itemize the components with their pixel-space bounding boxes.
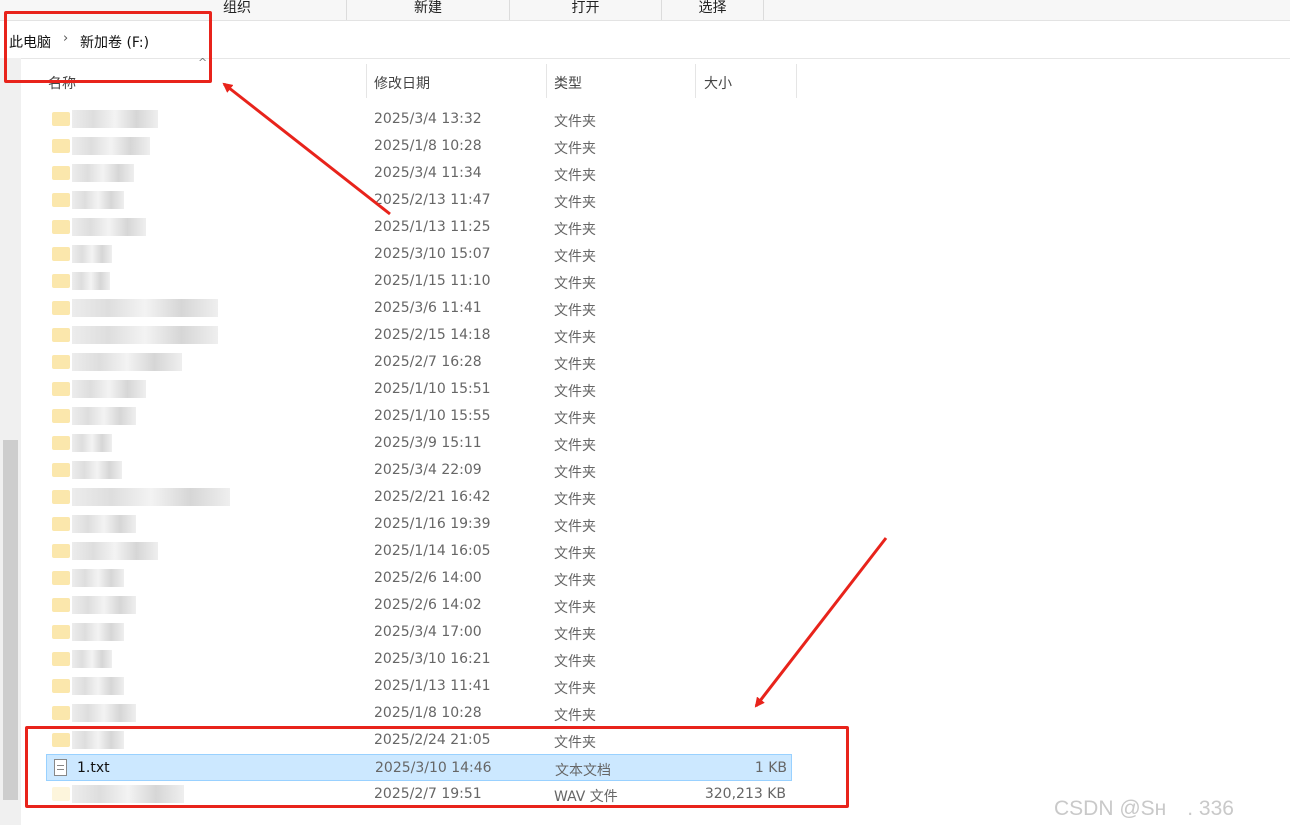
annotation-arrows <box>222 82 888 708</box>
annotation-arrow-to-files <box>754 537 888 708</box>
csdn-watermark: CSDN @Sн . 336 <box>1054 797 1234 820</box>
annotation-arrow-to-address <box>222 82 391 216</box>
